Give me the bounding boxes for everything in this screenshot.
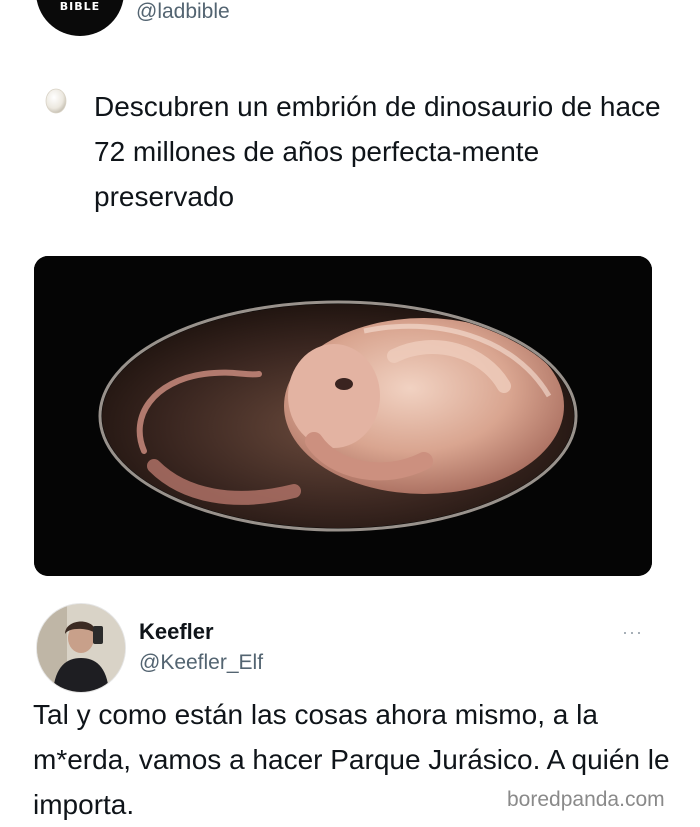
ladbible-logo-text: BIBLE <box>59 0 101 13</box>
more-options-icon[interactable]: ··· <box>622 622 643 643</box>
watermark: boredpanda.com <box>507 788 665 811</box>
tweet-text: Descubren un embrión de dinosaurio de ha… <box>94 91 661 212</box>
ladbible-handle[interactable]: @ladbible <box>136 0 230 24</box>
egg-icon <box>42 86 70 114</box>
reply-author-handle[interactable]: @Keefler_Elf <box>139 651 263 675</box>
ladbible-avatar[interactable]: BIBLE <box>36 0 124 36</box>
keefler-avatar[interactable] <box>36 603 126 693</box>
dinosaur-embryo-image[interactable] <box>34 256 652 576</box>
reply-author-name[interactable]: Keefler <box>139 619 214 645</box>
